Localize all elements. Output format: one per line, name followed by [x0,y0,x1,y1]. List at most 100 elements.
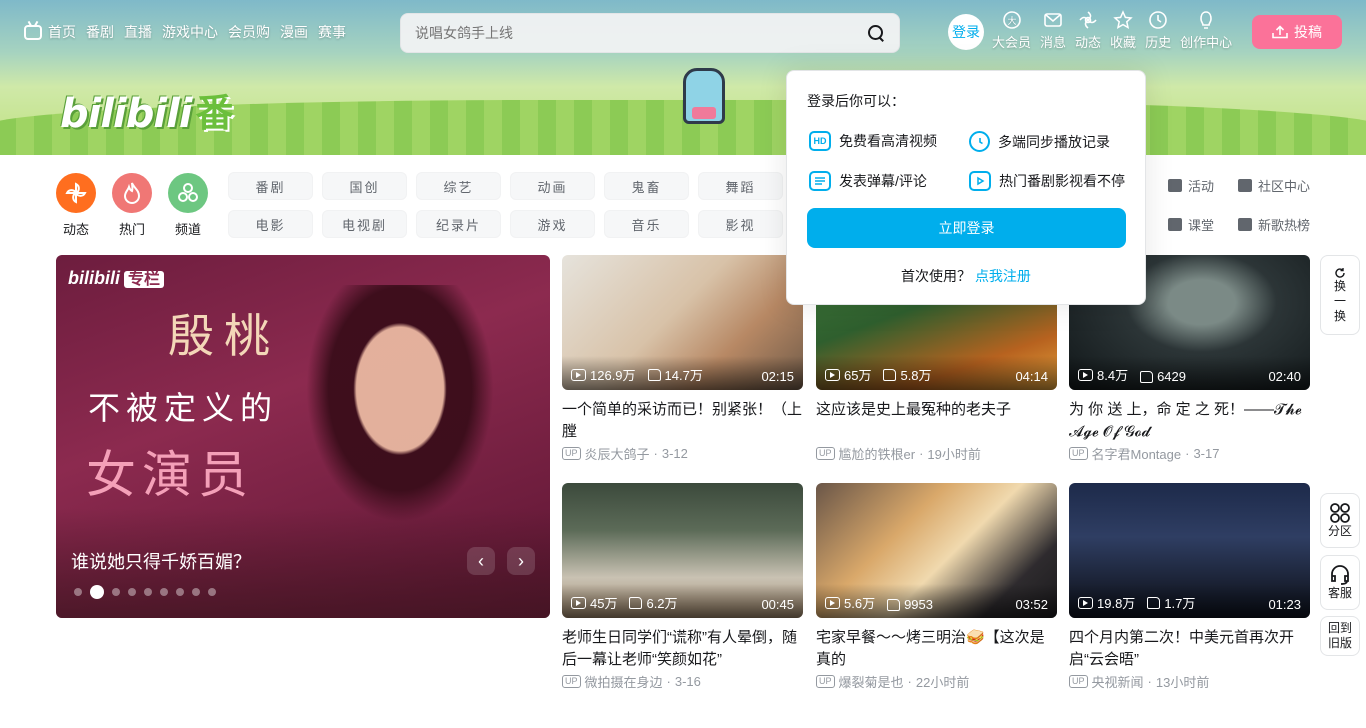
up-icon: UP [562,675,581,688]
chip-tv[interactable]: 电视剧 [322,210,407,238]
chip-documentary[interactable]: 纪录片 [416,210,501,238]
carousel-prev-button[interactable]: ‹ [467,547,495,575]
video-title[interactable]: 为 你 送 上，命 定 之 死！——𝓣𝓱𝓮 𝓐𝓰𝓮 𝓞𝓯 𝓖𝓸𝓭 [1069,399,1310,443]
channel-label: 热门 [118,222,145,237]
video-meta[interactable]: UP 炎辰大鸽子 · 3-12 [562,444,803,463]
carousel-dot[interactable] [128,588,136,596]
carousel-dot[interactable] [112,588,120,596]
poster-text: 女演员 [86,446,254,504]
video-meta[interactable]: UP 爆裂菊是也 · 22小时前 [816,672,1057,691]
video-duration: 03:52 [1015,597,1048,612]
channel-hot[interactable]: 热门 [110,173,154,238]
carousel-dot[interactable] [192,588,200,596]
refresh-button[interactable]: 换一换 [1320,255,1360,335]
carousel-dot[interactable] [176,588,184,596]
entry-creator[interactable]: 创作中心 [1180,10,1232,51]
carousel-dot[interactable] [144,588,152,596]
carousel-caption[interactable]: 谁说她只得千娇百媚？ [71,548,251,574]
flag-icon [1168,179,1182,192]
hd-icon: HD [809,131,831,151]
video-meta[interactable]: UP 微拍摄在身边 · 3-16 [562,672,803,691]
video-title[interactable]: 一个简单的采访而已！别紧张！（上膛 [562,399,803,443]
nav-home[interactable]: 首页 [48,22,76,42]
video-title[interactable]: 这应该是史上最冤种的老夫子 [816,399,1057,443]
video-card[interactable]: 19.8万 1.7万 01:23 四个月内第二次！中美元首再次开启“云会晤” U… [1069,483,1310,691]
poster-text: 殷桃 [168,309,280,363]
chip-bangumi[interactable]: 番剧 [228,172,313,200]
chip-animation[interactable]: 动画 [510,172,595,200]
chip-game[interactable]: 游戏 [510,210,595,238]
flame-icon [112,173,152,213]
video-card[interactable]: 126.9万 14.7万 02:15 一个简单的采访而已！别紧张！（上膛 UP 炎… [562,255,803,463]
like-icon [1147,596,1161,609]
nav-live[interactable]: 直播 [124,22,152,42]
chip-movie[interactable]: 电影 [228,210,313,238]
chip-variety[interactable]: 综艺 [416,172,501,200]
banner-mascot [683,68,725,124]
like-icon [629,596,643,609]
video-card[interactable]: 45万 6.2万 00:45 老师生日同学们“谎称”有人晕倒，随后一幕让老师“笑… [562,483,803,691]
chip-film[interactable]: 影视 [698,210,783,238]
clock-icon [969,131,990,152]
nav-match[interactable]: 赛事 [318,22,346,42]
category-button[interactable]: 分区 [1320,493,1360,548]
refresh-icon [1335,267,1345,278]
side-link-new-songs[interactable]: 新歌热榜 [1238,215,1328,234]
video-thumbnail[interactable]: 5.6万 9953 03:52 [816,483,1057,618]
video-card[interactable]: 5.6万 9953 03:52 宅家早餐～～烤三明治🥪【这次是真的 UP 爆裂菊是… [816,483,1057,691]
video-duration: 01:23 [1268,597,1301,612]
nav-manga[interactable]: 漫画 [280,22,308,42]
video-thumbnail[interactable]: 45万 6.2万 00:45 [562,483,803,618]
old-version-button[interactable]: 回到旧版 [1320,616,1360,656]
entry-dynamic[interactable]: 动态 [1075,10,1101,51]
entry-message[interactable]: 消息 [1040,10,1066,51]
carousel-image [290,285,510,545]
channel-dynamic[interactable]: 动态 [54,173,98,238]
search-input[interactable] [415,25,867,41]
like-icon [883,368,897,381]
chip-guochuang[interactable]: 国创 [322,172,407,200]
search-icon[interactable] [867,24,885,42]
nav-bangumi[interactable]: 番剧 [86,22,114,42]
video-title[interactable]: 宅家早餐～～烤三明治🥪【这次是真的 [816,627,1057,671]
video-stats: 8.4万 6429 02:40 [1069,356,1310,390]
login-now-button[interactable]: 立即登录 [807,208,1126,248]
customer-service-button[interactable]: 客服 [1320,555,1360,610]
channel-channels[interactable]: 频道 [166,173,210,238]
up-icon: UP [1069,675,1088,688]
login-avatar[interactable]: 登录 [948,14,984,50]
side-link-activity[interactable]: 活动 [1168,176,1238,195]
tv-icon[interactable] [24,24,42,40]
register-link[interactable]: 点我注册 [975,268,1031,284]
carousel-dot[interactable] [208,588,216,596]
chip-music[interactable]: 音乐 [604,210,689,238]
play-count-icon [1078,368,1093,381]
carousel[interactable]: bilibili 专栏 殷桃 不被定义的 女演员 谁说她只得千娇百媚？ ‹ › [56,255,550,618]
entry-vip[interactable]: 大 大会员 [992,10,1031,51]
play-icon [969,171,991,191]
video-thumbnail[interactable]: 19.8万 1.7万 01:23 [1069,483,1310,618]
upload-label: 投稿 [1294,24,1322,40]
carousel-dot[interactable] [160,588,168,596]
nav-mall[interactable]: 会员购 [228,22,270,42]
entry-favorite[interactable]: 收藏 [1110,10,1136,51]
video-stats: 45万 6.2万 00:45 [562,584,803,618]
entry-history[interactable]: 历史 [1145,10,1171,51]
carousel-next-button[interactable]: › [507,547,535,575]
side-link-class[interactable]: 课堂 [1168,215,1238,234]
video-meta[interactable]: UP 央视新闻 · 13小时前 [1069,672,1310,691]
video-thumbnail[interactable]: 126.9万 14.7万 02:15 [562,255,803,390]
side-link-community[interactable]: 社区中心 [1238,176,1328,195]
carousel-dot-active[interactable] [90,585,104,599]
carousel-dot[interactable] [74,588,82,596]
video-meta[interactable]: UP 名字君Montage · 3-17 [1069,444,1310,463]
video-title[interactable]: 老师生日同学们“谎称”有人晕倒，随后一幕让老师“笑颜如花” [562,627,803,671]
upload-button[interactable]: 投稿 [1252,15,1342,49]
nav-game-center[interactable]: 游戏中心 [162,22,218,42]
video-meta[interactable]: UP 尴尬的铁根er · 19小时前 [816,444,1057,463]
chip-dance[interactable]: 舞蹈 [698,172,783,200]
video-title[interactable]: 四个月内第二次！中美元首再次开启“云会晤” [1069,627,1310,671]
chip-kichiku[interactable]: 鬼畜 [604,172,689,200]
bangumi-logo[interactable]: bilibili 番 [60,82,234,137]
top-nav: 首页 番剧 直播 游戏中心 会员购 漫画 赛事 [24,22,356,42]
